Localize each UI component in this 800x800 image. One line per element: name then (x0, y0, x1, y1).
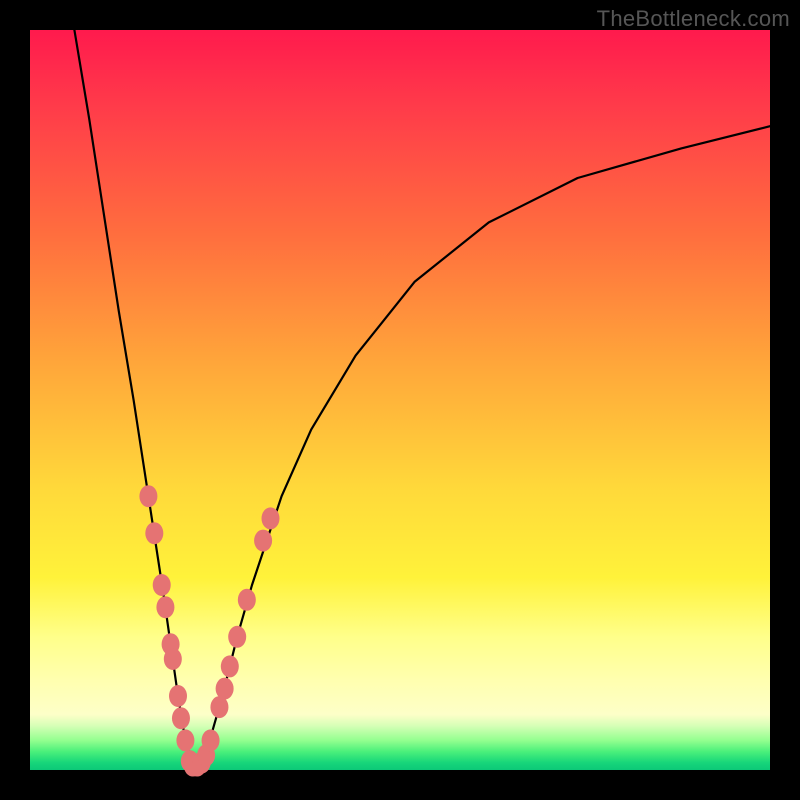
curve-marker (176, 729, 194, 751)
curve-marker (221, 655, 239, 677)
curve-marker (228, 626, 246, 648)
curve-marker (238, 589, 256, 611)
curve-marker (202, 729, 220, 751)
curve-marker (164, 648, 182, 670)
curve-marker (172, 707, 190, 729)
curve-marker (262, 507, 280, 529)
chart-svg (30, 30, 770, 770)
curve-marker (254, 530, 272, 552)
curve-marker (216, 678, 234, 700)
curve-marker (145, 522, 163, 544)
curve-marker (169, 685, 187, 707)
watermark-text: TheBottleneck.com (597, 6, 790, 32)
curve-marker (139, 485, 157, 507)
chart-frame: TheBottleneck.com (0, 0, 800, 800)
highlighted-points-group (139, 485, 279, 776)
curve-marker (153, 574, 171, 596)
curve-marker (156, 596, 174, 618)
